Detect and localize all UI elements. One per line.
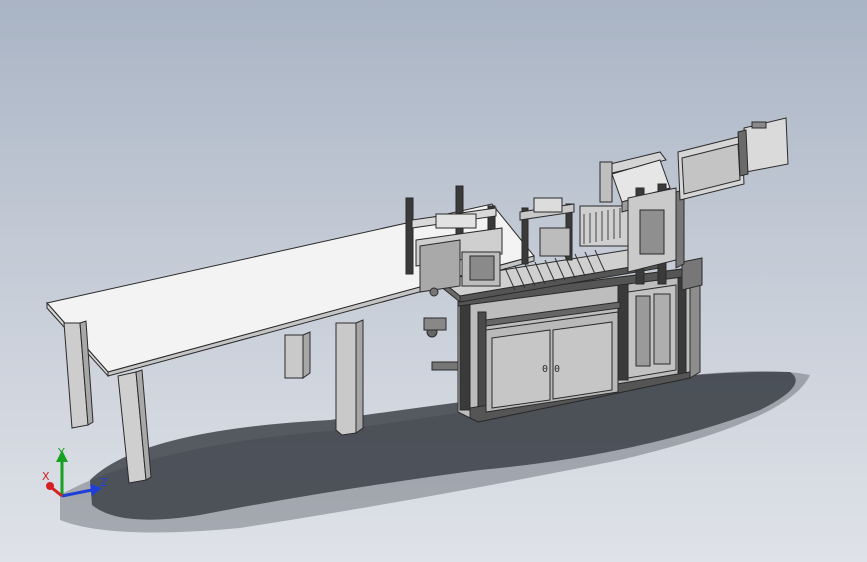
axis-y-label: Y	[57, 446, 65, 459]
cad-model-scene[interactable]: 0 0 Y Z X	[0, 0, 867, 562]
cad-viewport[interactable]: 0 0 Y Z X	[0, 0, 867, 562]
axis-z-label: Z	[100, 476, 108, 489]
cabinet-door-right	[552, 321, 613, 400]
table-legs-back	[284, 319, 364, 436]
axis-x-label: X	[42, 470, 50, 483]
control-panels	[677, 117, 789, 201]
cabinet-door-text: 0 0	[542, 364, 560, 375]
axis-x-arrow	[46, 482, 54, 490]
